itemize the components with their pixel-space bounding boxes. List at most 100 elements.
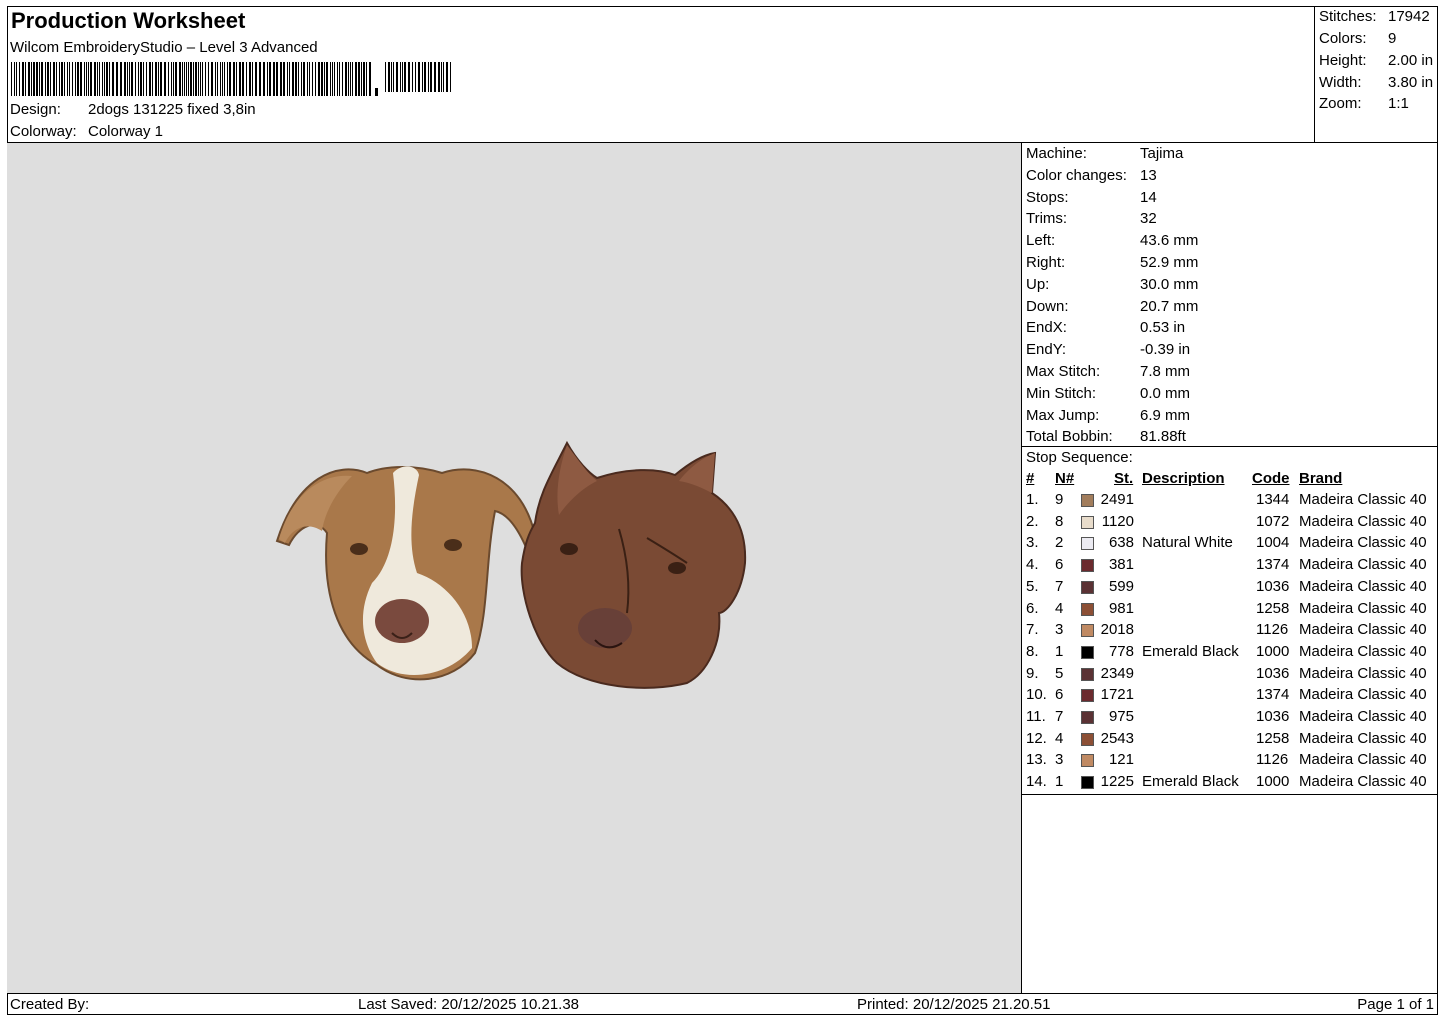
thread-code: 1344: [1256, 491, 1290, 508]
color-swatch: [1081, 494, 1094, 507]
design-preview: [7, 143, 1022, 993]
thread-brand: Madeira Classic 40: [1299, 708, 1427, 725]
width-label: Width:: [1319, 74, 1362, 91]
table-row: 5. 7 599 1036 Madeira Classic 40: [1022, 578, 1438, 599]
machine-info-value: 30.0 mm: [1140, 275, 1199, 293]
thread-brand: Madeira Classic 40: [1299, 599, 1427, 617]
page-title: Production Worksheet: [11, 8, 246, 33]
thread-brand: Madeira Classic 40: [1299, 534, 1427, 552]
stop-number: 5.: [1026, 577, 1039, 595]
thread-code: 1126: [1256, 621, 1289, 639]
table-row: 4. 6 381 1374 Madeira Classic 40: [1022, 556, 1438, 577]
thread-brand: Madeira Classic 40: [1299, 577, 1427, 595]
needle-number: 6: [1055, 556, 1064, 574]
table-row: 13. 3 121 1126 Madeira Classic 40: [1022, 751, 1438, 772]
thread-brand: Madeira Classic 40: [1299, 751, 1427, 769]
thread-description: Natural White: [1142, 534, 1233, 552]
thread-brand: Madeira Classic 40: [1299, 491, 1427, 508]
needle-number: 9: [1055, 491, 1064, 508]
stitch-count: 981: [1108, 599, 1134, 617]
color-swatch: [1081, 559, 1094, 573]
machine-info-value: 0.53 in: [1140, 319, 1186, 337]
col-header-code: Code: [1252, 470, 1290, 487]
color-swatch: [1081, 711, 1094, 724]
color-swatch: [1081, 580, 1094, 594]
stop-number: 11.: [1026, 708, 1046, 725]
colors-value: 9: [1388, 30, 1397, 47]
thread-code: 1000: [1256, 773, 1290, 791]
needle-number: 3: [1055, 751, 1064, 769]
table-row: 10. 6 1721 1374 Madeira Classic 40: [1022, 686, 1438, 707]
stop-number: 2.: [1026, 512, 1039, 530]
col-header-stitches: St.: [1114, 470, 1134, 487]
machine-info-label: Total Bobbin:: [1026, 428, 1113, 446]
needle-number: 2: [1055, 534, 1064, 552]
zoom-label: Zoom:: [1319, 95, 1362, 112]
color-swatch: [1081, 515, 1094, 529]
machine-info-value: 6.9 mm: [1140, 406, 1191, 424]
colorway-value: Colorway 1: [88, 123, 164, 140]
stitch-count: 1225: [1100, 773, 1134, 791]
machine-info-label: Max Stitch:: [1026, 363, 1101, 380]
table-row: 7. 3 2018 1126 Madeira Classic 40: [1022, 621, 1438, 642]
machine-info-label: Max Jump:: [1026, 406, 1100, 424]
col-header-description: Description: [1142, 470, 1225, 487]
table-row: 14. 1 1225 Emerald Black 1000 Madeira Classic…: [1022, 773, 1438, 794]
needle-number: 4: [1055, 599, 1064, 617]
stitch-count: 638: [1108, 534, 1134, 552]
stitch-count: 778: [1108, 642, 1134, 660]
machine-info-value: Tajima: [1140, 145, 1184, 162]
zoom-value: 1:1: [1388, 95, 1409, 112]
machine-info-value: 81.88ft: [1140, 428, 1186, 446]
thread-code: 1072: [1256, 512, 1290, 530]
machine-info-value: 13: [1140, 166, 1157, 184]
table-row: 1. 9 2491 1344 Madeira Classic 40: [1022, 491, 1438, 512]
thread-code: 1258: [1256, 729, 1290, 747]
thread-code: 1036: [1256, 664, 1290, 682]
color-swatch: [1081, 624, 1094, 638]
machine-info-value: 14: [1140, 188, 1157, 206]
machine-info-label: Color changes:: [1026, 166, 1127, 184]
color-swatch: [1081, 689, 1094, 703]
thread-code: 1036: [1256, 577, 1290, 595]
color-swatch: [1081, 602, 1094, 616]
thread-code: 1000: [1256, 642, 1290, 660]
thread-brand: Madeira Classic 40: [1299, 686, 1427, 704]
stop-number: 7.: [1026, 621, 1039, 639]
thread-brand: Madeira Classic 40: [1299, 621, 1427, 639]
section-divider: [1022, 794, 1438, 795]
thread-description: Emerald Black: [1142, 773, 1239, 791]
color-swatch: [1081, 537, 1094, 551]
height-value: 2.00 in: [1388, 52, 1434, 69]
barcode-image: [11, 62, 451, 96]
color-swatch: [1081, 776, 1094, 790]
stop-number: 12.: [1026, 729, 1047, 747]
embroidery-dogs-image: [275, 440, 747, 689]
stop-number: 9.: [1026, 664, 1039, 682]
needle-number: 1: [1055, 642, 1064, 660]
table-row: 9. 5 2349 1036 Madeira Classic 40: [1022, 665, 1438, 686]
thread-code: 1036: [1256, 708, 1290, 725]
stop-number: 13.: [1026, 751, 1047, 769]
machine-info-label: Machine:: [1026, 145, 1087, 162]
left-dog: [275, 466, 537, 681]
stop-number: 8.: [1026, 642, 1039, 660]
needle-number: 1: [1055, 773, 1064, 791]
right-dog: [520, 440, 747, 689]
needle-number: 4: [1055, 729, 1064, 747]
stop-number: 1.: [1026, 491, 1039, 508]
stitch-count: 381: [1108, 556, 1134, 574]
machine-info-value: 7.8 mm: [1140, 363, 1191, 380]
stitches-value: 17942: [1388, 8, 1430, 25]
design-stats: Stitches: 17942 Colors: 9 Height: 2.00 i…: [1314, 6, 1438, 143]
stitch-count: 2349: [1100, 664, 1134, 682]
height-label: Height:: [1319, 52, 1367, 69]
worksheet-footer: Created By: Last Saved: 20/12/2025 10.21…: [7, 993, 1438, 1015]
color-swatch: [1081, 732, 1094, 746]
thread-brand: Madeira Classic 40: [1299, 773, 1427, 791]
needle-number: 3: [1055, 621, 1064, 639]
stitch-count: 599: [1108, 577, 1134, 595]
machine-info-value: 20.7 mm: [1140, 297, 1199, 315]
needle-number: 8: [1055, 512, 1064, 530]
machine-info-value: 0.0 mm: [1140, 384, 1191, 402]
